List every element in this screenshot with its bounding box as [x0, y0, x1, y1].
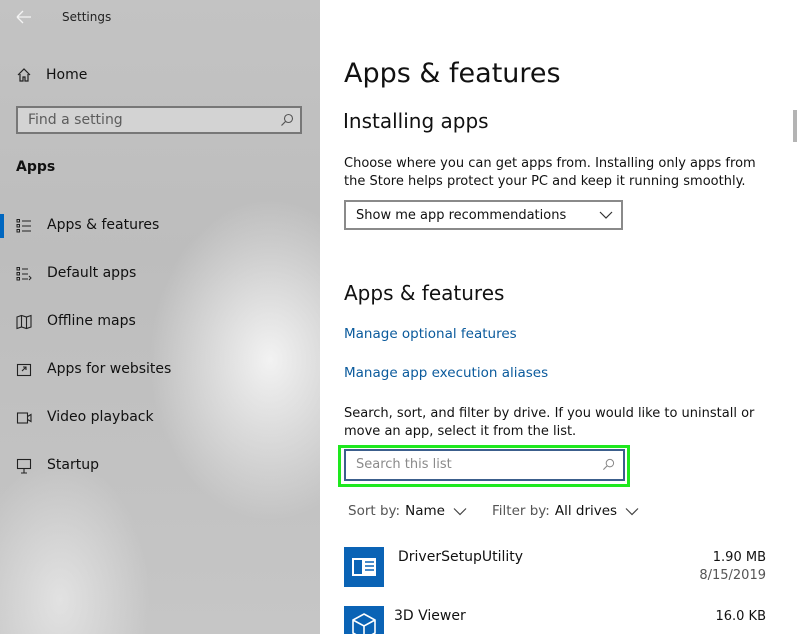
chevron-down-icon	[599, 211, 613, 219]
app-name: 3D Viewer	[394, 608, 466, 624]
app-size: 1.90 MB	[712, 550, 766, 565]
app-source-dropdown[interactable]: Show me app recommendations	[344, 200, 623, 230]
sidebar-item-label: Video playback	[47, 409, 154, 425]
find-setting-search[interactable]	[16, 106, 302, 134]
app-date: 8/15/2019	[699, 568, 766, 583]
sidebar-item-label: Offline maps	[47, 313, 136, 329]
filter-by-dropdown[interactable]: Filter by: All drives	[492, 503, 639, 519]
chevron-down-icon	[625, 507, 639, 515]
nav-home-label: Home	[46, 67, 88, 83]
video-icon	[16, 412, 32, 424]
app-name: DriverSetupUtility	[398, 549, 524, 565]
driver-setup-icon	[352, 558, 376, 576]
apps-list-description: Search, sort, and filter by drive. If yo…	[344, 406, 755, 439]
sidebar: Settings Home Apps	[0, 0, 320, 634]
app-tile-icon	[344, 606, 384, 634]
search-icon	[281, 113, 294, 126]
main-content: Apps & features Installing apps Choose w…	[320, 0, 801, 634]
installing-apps-description: Choose where you can get apps from. Inst…	[344, 156, 756, 189]
sidebar-item-label: Default apps	[47, 265, 137, 281]
section-title-apps: Apps	[16, 159, 56, 175]
filter-value: All drives	[554, 503, 618, 519]
sidebar-item-offline-maps[interactable]: Offline maps	[0, 298, 320, 346]
sort-value: Name	[405, 503, 445, 519]
manage-app-execution-aliases-link[interactable]: Manage app execution aliases	[344, 365, 548, 381]
nav-home[interactable]: Home	[16, 64, 87, 86]
active-indicator	[0, 214, 4, 238]
back-arrow-icon	[16, 10, 31, 24]
home-icon	[17, 68, 31, 82]
installing-apps-heading: Installing apps	[343, 109, 489, 133]
sidebar-item-apps-for-websites[interactable]: Apps for websites	[0, 346, 320, 394]
settings-window: Settings Home Apps	[0, 0, 801, 634]
sidebar-item-label: Startup	[47, 457, 99, 473]
app-tile-icon	[344, 547, 384, 587]
apps-features-heading: Apps & features	[344, 281, 505, 305]
dropdown-value: Show me app recommendations	[356, 208, 567, 223]
startup-icon	[16, 458, 32, 474]
app-list-item[interactable]: 3D Viewer 16.0 KB	[344, 606, 768, 634]
find-setting-input[interactable]	[18, 112, 268, 128]
search-list-input[interactable]	[356, 457, 586, 472]
sort-label: Sort by:	[348, 503, 401, 519]
map-icon	[16, 314, 32, 330]
filter-label: Filter by:	[492, 503, 550, 519]
sort-by-dropdown[interactable]: Sort by: Name	[348, 503, 467, 519]
sidebar-item-startup[interactable]: Startup	[0, 442, 320, 490]
scrollbar-thumb[interactable]	[793, 110, 797, 142]
apps-for-websites-icon	[16, 363, 32, 377]
default-apps-icon	[16, 267, 32, 281]
sidebar-nav: Apps & features Default apps Offline map…	[0, 202, 320, 490]
sidebar-item-apps-features[interactable]: Apps & features	[0, 202, 320, 250]
sidebar-item-default-apps[interactable]: Default apps	[0, 250, 320, 298]
page-title: Apps & features	[344, 58, 561, 89]
window-title: Settings	[62, 10, 112, 24]
chevron-down-icon	[453, 507, 467, 515]
manage-optional-features-link[interactable]: Manage optional features	[344, 326, 517, 342]
sidebar-item-video-playback[interactable]: Video playback	[0, 394, 320, 442]
search-icon	[602, 458, 615, 471]
app-list-item[interactable]: DriverSetupUtility 1.90 MB 8/15/2019	[344, 547, 768, 597]
apps-features-icon	[16, 219, 31, 233]
sidebar-item-label: Apps for websites	[47, 361, 172, 377]
3d-viewer-icon	[352, 613, 376, 634]
search-list-box[interactable]	[344, 449, 625, 481]
sidebar-item-label: Apps & features	[47, 217, 160, 233]
app-size: 16.0 KB	[715, 609, 766, 624]
back-button[interactable]	[14, 8, 34, 26]
